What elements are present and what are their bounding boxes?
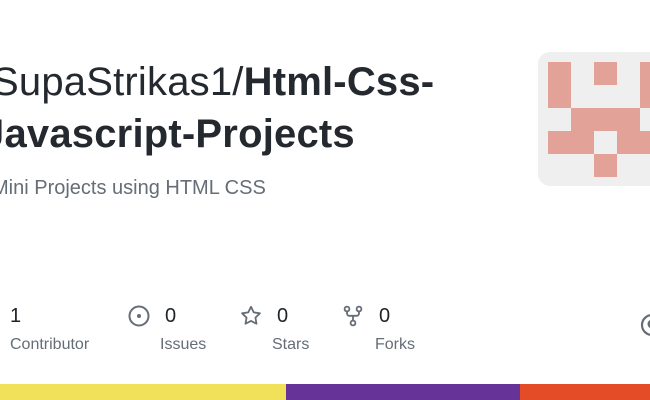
issue-opened-icon [127, 304, 151, 328]
repo-stats: 1 Contributor 0 Issues 0 Stars 0 Forks [0, 300, 650, 360]
stat-forks[interactable]: 0 Forks [341, 300, 415, 354]
language-bar [0, 384, 650, 400]
repo-title[interactable]: SupaStrikas1/Html-Css- Javascript-Projec… [0, 56, 512, 160]
repo-description: Mini Projects using HTML CSS [0, 177, 266, 199]
contributors-count: 1 [10, 304, 22, 327]
stat-issues[interactable]: 0 Issues [127, 300, 206, 354]
identicon-icon [548, 62, 650, 177]
repo-name-part1[interactable]: Html-Css- [244, 60, 435, 104]
issues-count: 0 [165, 304, 177, 327]
language-segment-html [520, 384, 650, 400]
stat-contributors[interactable]: 1 Contributor [10, 300, 89, 354]
repo-name-part2[interactable]: Javascript-Projects [0, 112, 355, 156]
repo-owner[interactable]: SupaStrikas1/ [0, 60, 244, 104]
stars-count: 0 [277, 304, 289, 327]
owner-identicon-avatar [538, 52, 650, 186]
stat-stars[interactable]: 0 Stars [239, 300, 309, 354]
stars-label: Stars [272, 336, 310, 353]
github-logo-icon [640, 313, 650, 337]
issues-label: Issues [160, 336, 207, 353]
contributors-label: Contributor [10, 336, 90, 353]
repo-forked-icon [341, 304, 365, 328]
language-segment-css [286, 384, 520, 400]
language-segment-javascript [0, 384, 286, 400]
forks-label: Forks [375, 336, 415, 353]
social-preview-card: SupaStrikas1/Html-Css- Javascript-Projec… [0, 0, 650, 400]
star-icon [239, 304, 263, 328]
forks-count: 0 [379, 304, 391, 327]
